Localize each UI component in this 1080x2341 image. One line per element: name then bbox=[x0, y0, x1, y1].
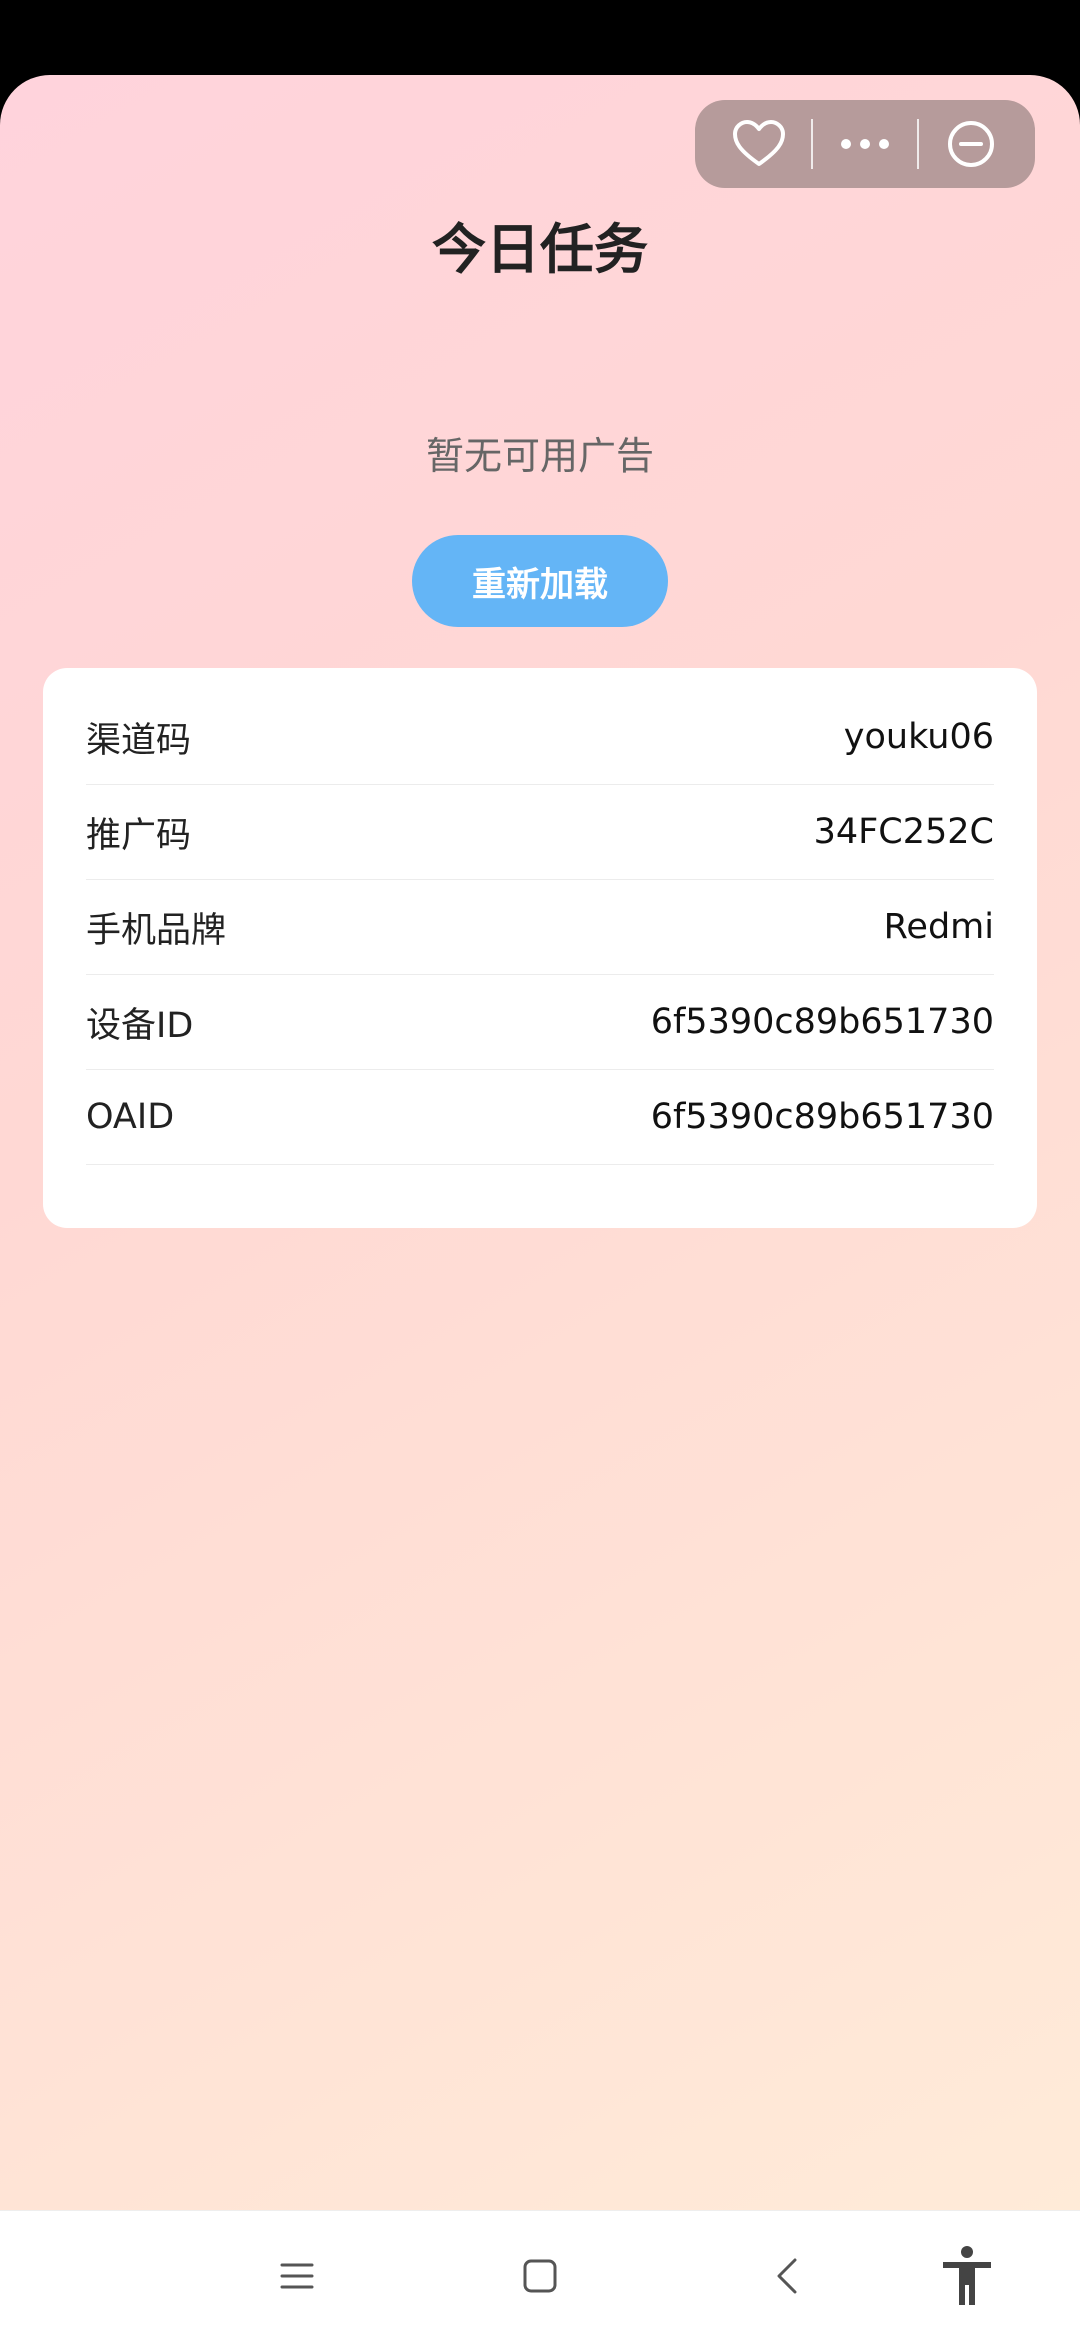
info-row-device-id: 设备ID 6f5390c89b651730 bbox=[86, 975, 994, 1070]
info-key: OAID bbox=[86, 1097, 175, 1137]
home-square-icon bbox=[523, 2259, 557, 2293]
info-row-channel-code: 渠道码 youku06 bbox=[86, 690, 994, 785]
heart-icon bbox=[732, 120, 785, 166]
info-value: 6f5390c89b651730 bbox=[650, 1097, 994, 1137]
info-key: 渠道码 bbox=[86, 720, 192, 761]
back-button[interactable] bbox=[747, 2236, 827, 2316]
favorite-button[interactable] bbox=[724, 109, 794, 179]
page-title: 今日任务 bbox=[432, 218, 648, 281]
empty-ads-message: 暂无可用广告 bbox=[425, 434, 654, 478]
info-value: Redmi bbox=[883, 907, 994, 947]
minus-circle-icon bbox=[948, 121, 995, 167]
close-miniapp-button[interactable] bbox=[936, 109, 1006, 179]
info-key: 手机品牌 bbox=[86, 910, 227, 951]
info-value: youku06 bbox=[843, 717, 994, 757]
capsule-divider bbox=[810, 119, 813, 169]
accessibility-icon bbox=[943, 2246, 991, 2305]
info-row-promo-code: 推广码 34FC252C bbox=[86, 785, 994, 880]
accessibility-button[interactable] bbox=[927, 2236, 1007, 2316]
menu-icon bbox=[280, 2263, 314, 2289]
more-dots-icon bbox=[840, 139, 889, 149]
status-bar bbox=[0, 0, 1080, 80]
recent-apps-button[interactable] bbox=[257, 2236, 337, 2316]
chevron-left-icon bbox=[777, 2258, 797, 2294]
system-navigation-bar bbox=[0, 2210, 1080, 2341]
info-value: 34FC252C bbox=[813, 812, 994, 852]
info-value: 6f5390c89b651730 bbox=[650, 1002, 994, 1042]
info-row-oaid: OAID 6f5390c89b651730 bbox=[86, 1070, 994, 1165]
home-button[interactable] bbox=[500, 2236, 580, 2316]
miniapp-capsule bbox=[695, 100, 1035, 188]
info-key: 推广码 bbox=[86, 815, 192, 856]
capsule-divider bbox=[917, 119, 920, 169]
more-button[interactable] bbox=[830, 109, 900, 179]
reload-button[interactable]: 重新加载 bbox=[412, 535, 668, 627]
device-info-card: 渠道码 youku06 推广码 34FC252C 手机品牌 Redmi 设备ID… bbox=[43, 668, 1037, 1228]
info-key: 设备ID bbox=[86, 1005, 194, 1046]
info-row-phone-brand: 手机品牌 Redmi bbox=[86, 880, 994, 975]
app-page: 今日任务 暂无可用广告 重新加载 渠道码 youku06 推广码 34FC252… bbox=[0, 75, 1080, 2210]
